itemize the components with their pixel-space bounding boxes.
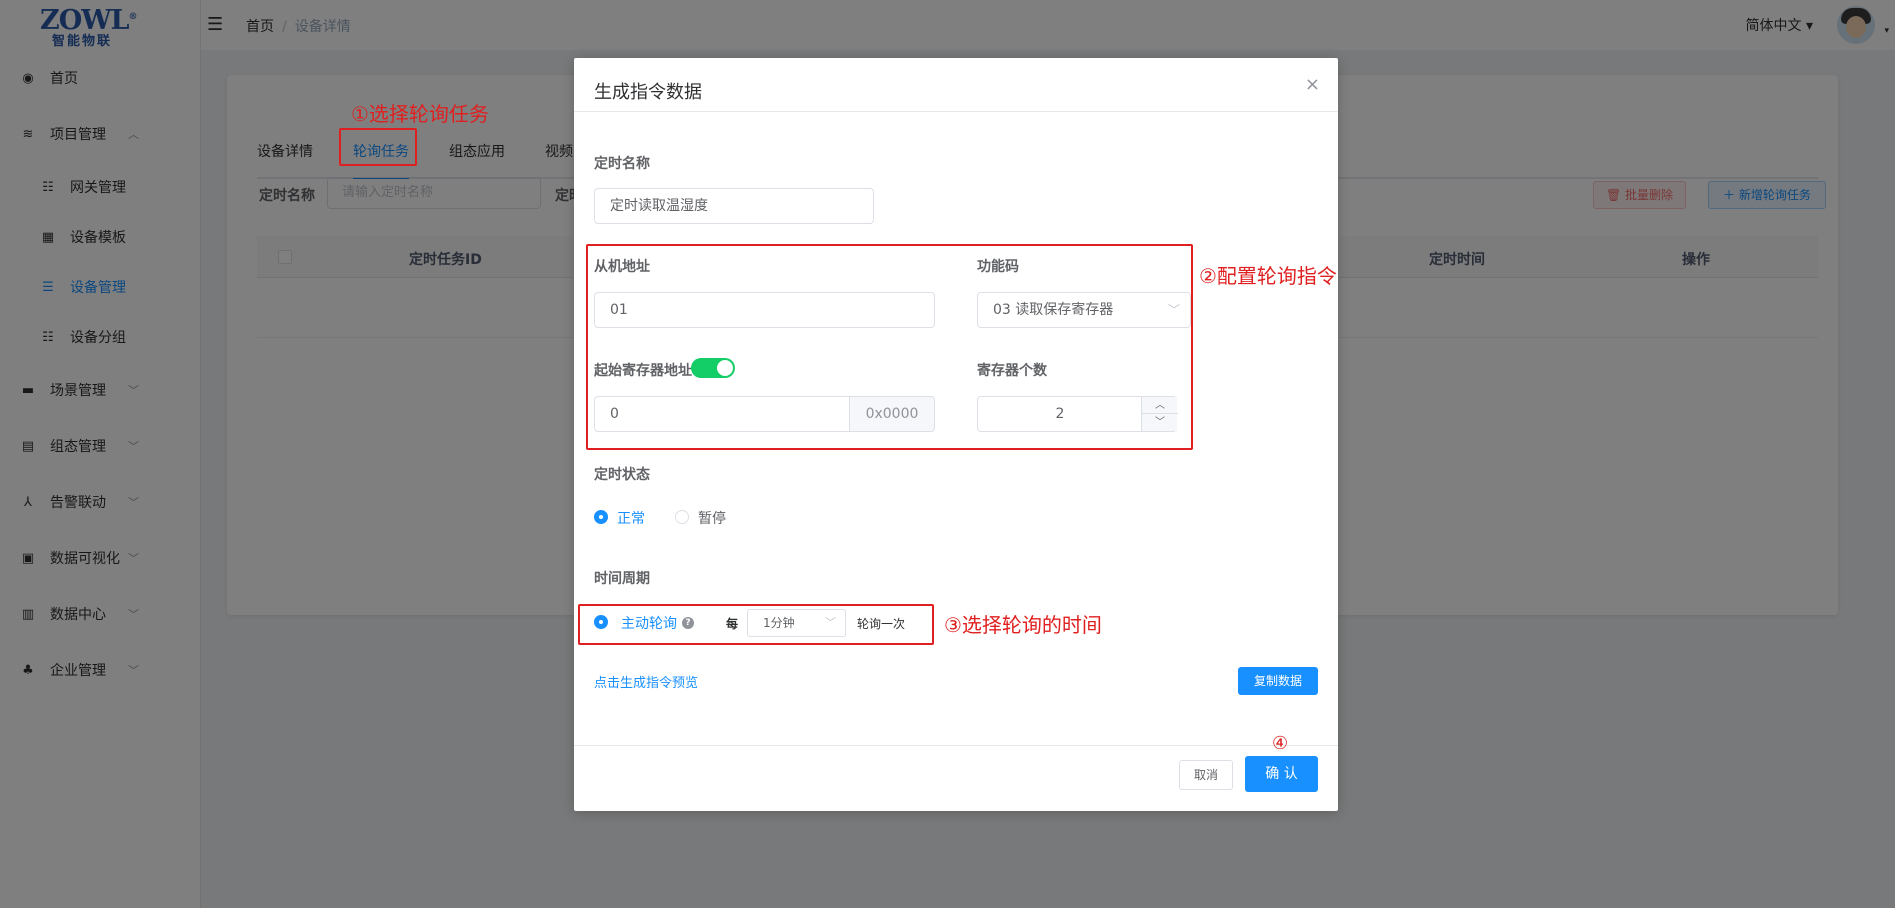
status-paused-radio[interactable] (675, 510, 689, 524)
annotation-box-polling-tab (339, 128, 417, 166)
confirm-button[interactable]: 确 认 (1245, 756, 1318, 792)
dialog-title: 生成指令数据 (594, 82, 702, 103)
status-normal-label[interactable]: 正常 (617, 508, 645, 528)
annotation-box-polling-time (578, 604, 934, 645)
annotation-step4: ④ (1272, 733, 1289, 754)
close-icon[interactable]: × (1305, 74, 1320, 95)
annotation-step3: ③选择轮询的时间 (944, 613, 1102, 637)
timer-status-label: 定时状态 (594, 467, 650, 483)
time-period-label: 时间周期 (594, 571, 650, 587)
dialog-footer-divider (574, 745, 1338, 746)
cancel-button[interactable]: 取消 (1179, 760, 1233, 790)
annotation-step2: ②配置轮询指令 (1199, 264, 1337, 288)
status-normal-radio[interactable] (594, 510, 608, 524)
dialog-header-divider (574, 111, 1338, 112)
timer-name-input[interactable]: 定时读取温湿度 (594, 188, 874, 224)
annotation-step1: ①选择轮询任务 (351, 102, 489, 126)
generate-preview-link[interactable]: 点击生成指令预览 (594, 672, 698, 691)
copy-data-button[interactable]: 复制数据 (1238, 667, 1318, 695)
timer-name-label: 定时名称 (594, 156, 650, 172)
status-paused-label[interactable]: 暂停 (698, 508, 726, 528)
annotation-box-polling-config (586, 244, 1193, 450)
